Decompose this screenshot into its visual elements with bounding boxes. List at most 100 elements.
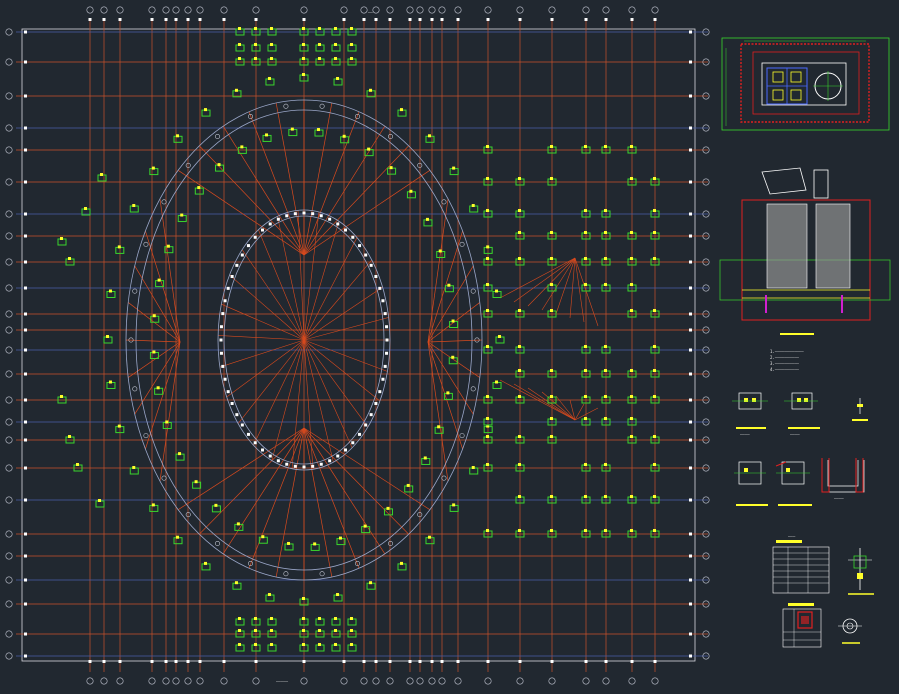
edge-mark-right	[689, 578, 692, 582]
edge-mark-left	[24, 212, 27, 216]
pile-mark	[236, 522, 240, 526]
pile-mark	[165, 420, 169, 424]
edge-mark-bottom	[198, 660, 202, 663]
pile-mark	[76, 463, 79, 466]
pile-mark	[334, 643, 337, 646]
pile-mark	[176, 134, 180, 138]
pile-mark	[336, 593, 340, 597]
ring-mark-inner	[328, 459, 332, 463]
ring-mark-inner	[302, 211, 306, 215]
ring-mark-inner	[358, 432, 362, 436]
pile-mark	[117, 245, 121, 249]
pile-mark	[584, 257, 587, 260]
edge-mark-left	[24, 554, 27, 558]
pile-mark	[653, 209, 656, 212]
ring-mark-inner	[285, 462, 289, 466]
ring-mark-inner	[336, 222, 340, 226]
pile-mark	[238, 617, 241, 620]
pile-mark	[653, 369, 656, 372]
pile-mark	[409, 189, 413, 193]
pile-mark	[238, 57, 241, 60]
edge-mark-top	[362, 18, 366, 21]
pile-mark	[204, 108, 207, 112]
pile-mark	[584, 345, 587, 348]
ring-mark-inner	[358, 244, 362, 248]
edge-mark-bottom	[174, 660, 178, 663]
ring-mark-inner	[385, 351, 389, 355]
pile-mark	[518, 209, 521, 212]
edge-mark-right	[689, 372, 692, 376]
pile-mark	[550, 257, 553, 260]
edge-mark-right	[689, 328, 692, 332]
pile-mark	[234, 581, 238, 585]
edge-mark-top	[440, 18, 444, 21]
note-line-1: 1.————————————	[770, 349, 804, 354]
pile-mark	[132, 466, 136, 469]
pile-mark	[550, 309, 553, 312]
edge-mark-bottom	[408, 660, 412, 663]
pile-mark	[630, 395, 633, 398]
pile-mark	[518, 435, 521, 438]
edge-mark-right	[689, 602, 692, 606]
pile-mark	[427, 134, 431, 138]
pile-mark	[108, 380, 112, 384]
pile-mark	[350, 57, 353, 60]
edge-mark-right	[689, 654, 692, 658]
pile-mark	[302, 27, 305, 30]
edge-mark-right	[689, 312, 692, 316]
pile-mark	[630, 495, 633, 498]
edge-mark-bottom	[118, 660, 122, 663]
pile-mark	[217, 163, 221, 167]
edge-mark-left	[24, 372, 27, 376]
pile-mark	[254, 57, 257, 60]
pile-mark	[630, 435, 633, 438]
pile-mark	[584, 395, 587, 398]
pile-mark	[518, 231, 521, 234]
pile-mark	[367, 147, 371, 151]
ring-mark-inner	[328, 217, 332, 221]
edge-mark-left	[24, 438, 27, 442]
pile-mark	[270, 629, 273, 632]
pile-mark	[270, 43, 273, 46]
edge-mark-top	[186, 18, 190, 21]
pile-mark	[604, 257, 607, 260]
edge-mark-left	[24, 328, 27, 332]
pile-mark	[318, 643, 321, 646]
pile-mark	[550, 283, 553, 286]
pile-mark	[254, 43, 257, 46]
note-line-4: 4.——————————	[770, 367, 799, 372]
pile-mark	[518, 345, 521, 348]
pile-mark	[68, 257, 71, 260]
ring-mark-inner	[230, 275, 234, 278]
edge-mark-bottom	[456, 660, 460, 663]
ring-mark-inner	[261, 448, 264, 452]
ring-mark-inner	[344, 228, 347, 232]
pile-mark	[350, 629, 353, 632]
edge-mark-right	[689, 466, 692, 470]
pile-mark	[447, 283, 451, 287]
pile-mark	[653, 395, 656, 398]
note-line-3: 3.——————————	[770, 361, 799, 366]
edge-mark-bottom	[604, 660, 608, 663]
pile-mark	[132, 204, 136, 207]
ring-mark-inner	[276, 459, 280, 463]
ring-mark-inner	[319, 214, 323, 218]
edge-mark-right	[689, 286, 692, 290]
pile-mark	[653, 495, 656, 498]
pile-mark	[254, 617, 257, 620]
edge-mark-top	[584, 18, 588, 21]
ring-mark-inner	[223, 377, 227, 381]
pile-mark	[270, 27, 273, 30]
edge-mark-left	[24, 498, 27, 502]
detail-caption-1: ————	[740, 432, 750, 437]
pile-mark	[604, 529, 607, 532]
pile-mark	[630, 257, 633, 260]
pile-mark	[389, 166, 393, 170]
table-title: ———	[788, 534, 796, 539]
pile-mark	[261, 535, 265, 539]
edge-mark-left	[24, 420, 27, 424]
edge-mark-left	[24, 348, 27, 352]
pile-mark	[60, 395, 63, 398]
ring-mark-inner	[276, 217, 280, 221]
edge-mark-top	[518, 18, 522, 21]
